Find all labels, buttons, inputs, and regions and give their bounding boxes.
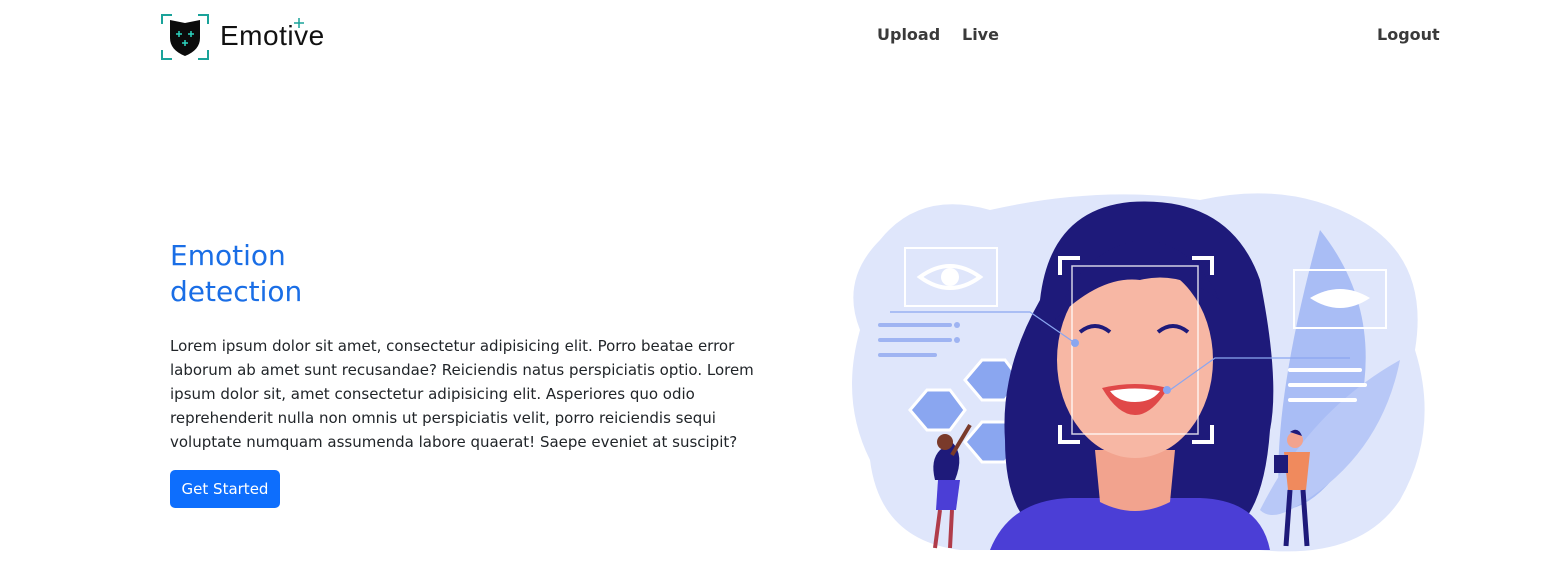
shield-face-scan-icon <box>161 14 209 60</box>
hero-title-line2: detection <box>170 275 303 308</box>
nav-live-link[interactable]: Live <box>962 25 999 44</box>
sparkle-plus-icon <box>294 18 304 28</box>
hero-description: Lorem ipsum dolor sit amet, consectetur … <box>170 337 754 451</box>
hero-title: Emotion detection <box>170 238 470 310</box>
nav-upload-link[interactable]: Upload <box>877 25 940 44</box>
get-started-button[interactable]: Get Started <box>170 470 280 508</box>
nav-logout-link[interactable]: Logout <box>1377 25 1440 44</box>
brand-name: Emotive <box>220 20 325 51</box>
navbar: Emotive Upload Live Logout <box>0 0 1554 72</box>
face-recognition-illustration <box>852 193 1425 552</box>
brand[interactable]: Emotive <box>160 12 324 62</box>
hero-title-line1: Emotion <box>170 239 286 272</box>
neck <box>1095 450 1175 511</box>
